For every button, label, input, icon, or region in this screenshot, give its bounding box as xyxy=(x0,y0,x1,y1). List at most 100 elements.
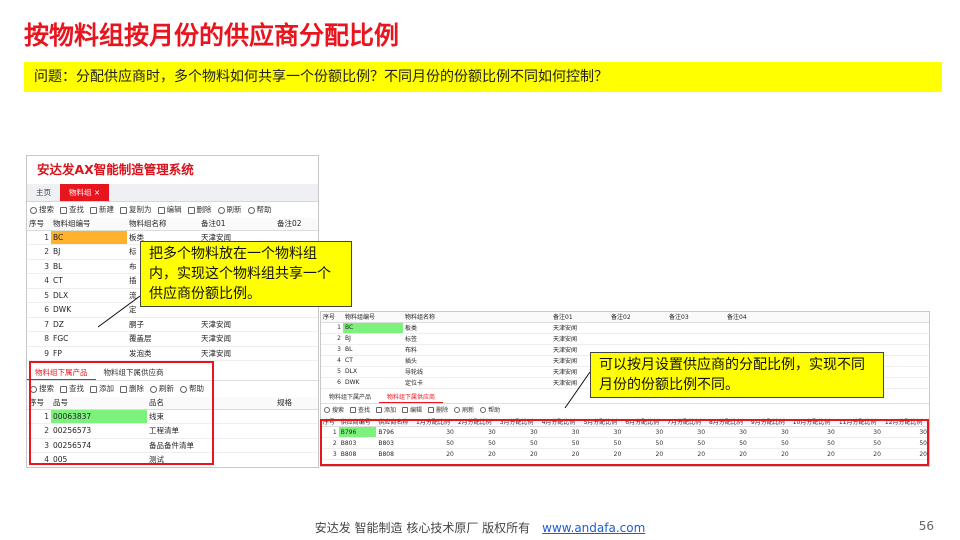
group-name-cell[interactable]: 导轮线 xyxy=(403,366,551,378)
group-code-cell[interactable]: FGC xyxy=(51,331,127,347)
group-code-cell[interactable]: BJ xyxy=(51,244,127,260)
table-row[interactable]: 7 DZ 胴子 天津安闻 xyxy=(27,317,318,332)
callout-monthly-ratio: 可以按月设置供应商的分配比例，实现不同月份的份额比例不同。 xyxy=(590,352,884,398)
group-code-cell[interactable]: CT xyxy=(343,355,403,367)
find-label: 查找 xyxy=(69,205,84,214)
row-number: 6 xyxy=(321,377,343,389)
find-icon xyxy=(350,407,357,413)
tab-bar: 主页 物料组 × xyxy=(27,184,318,202)
note4-cell[interactable] xyxy=(725,322,929,334)
table-row[interactable]: 2 BJ 标签 天津安闻 xyxy=(321,333,929,345)
col-header[interactable]: 备注01 xyxy=(551,312,609,323)
add-icon xyxy=(376,407,383,413)
col-header[interactable]: 备注02 xyxy=(609,312,667,323)
col-header[interactable]: 物料组名称 xyxy=(127,218,199,231)
group-code-cell[interactable]: DZ xyxy=(51,317,127,332)
col-header[interactable]: 序号 xyxy=(27,218,51,231)
group-code-cell[interactable]: FP xyxy=(51,346,127,361)
note2-cell[interactable] xyxy=(609,333,667,345)
help-button-2[interactable]: 帮助 xyxy=(480,404,500,417)
app-title: 安达发AX智能制造管理系统 xyxy=(27,156,318,184)
find-button-2[interactable]: 查找 xyxy=(350,404,370,417)
search-label: 搜索 xyxy=(39,205,54,214)
note2-cell[interactable] xyxy=(275,317,318,332)
group-name-cell[interactable]: 板类 xyxy=(403,322,551,334)
copy-as-button[interactable]: 复制为 xyxy=(120,202,152,218)
group-code-cell[interactable]: BJ xyxy=(343,333,403,345)
note2-cell[interactable] xyxy=(275,346,318,361)
group-name-cell[interactable]: 标签 xyxy=(403,333,551,345)
delete-button[interactable]: 删除 xyxy=(187,202,212,218)
question-bar: 问题：分配供应商时，多个物料如何共享一个份额比例？不同月份的份额比例不同如何控制… xyxy=(24,62,942,92)
row-number: 6 xyxy=(27,302,51,318)
table-row[interactable]: 8 FGC 覆盖层 天津安闻 xyxy=(27,331,318,347)
col-header[interactable]: 物料组名称 xyxy=(403,312,551,323)
product-spec-cell[interactable] xyxy=(275,409,318,424)
slide-title: 按物料组按月份的供应商分配比例 xyxy=(24,21,400,50)
col-header[interactable]: 备注03 xyxy=(667,312,725,323)
group-code-cell[interactable]: DLX xyxy=(51,288,127,303)
group-code-cell[interactable]: DWK xyxy=(51,302,127,318)
new-label: 新建 xyxy=(99,205,114,214)
group-code-cell[interactable]: BC xyxy=(343,322,403,334)
row-number: 5 xyxy=(321,366,343,378)
group-name-cell[interactable]: 覆盖层 xyxy=(127,331,199,347)
tab-home[interactable]: 主页 xyxy=(27,184,60,201)
note1-cell[interactable]: 天津安闻 xyxy=(199,317,275,332)
search-button-2[interactable]: 搜索 xyxy=(324,404,344,417)
row-number: 7 xyxy=(27,317,51,332)
edit-icon xyxy=(157,206,165,214)
row-number: 9 xyxy=(27,346,51,361)
group-name-cell[interactable]: 胴子 xyxy=(127,317,199,332)
col-header[interactable]: 规格 xyxy=(275,397,318,410)
subtab-products-2[interactable]: 物料组下属产品 xyxy=(321,392,379,403)
subtab-suppliers-2[interactable]: 物料组下属供应商 xyxy=(379,392,444,403)
help-button[interactable]: 帮助 xyxy=(247,202,272,218)
footer-link[interactable]: www.andafa.com xyxy=(542,521,645,535)
group-code-cell[interactable]: BL xyxy=(51,259,127,274)
col-header[interactable]: 序号 xyxy=(321,312,343,323)
new-button[interactable]: 新建 xyxy=(90,202,114,218)
group-name-cell[interactable]: 插头 xyxy=(403,355,551,367)
group-code-cell[interactable]: DWK xyxy=(343,377,403,389)
product-spec-cell[interactable] xyxy=(275,438,318,453)
col-header[interactable]: 物料组编号 xyxy=(51,218,127,231)
note1-cell[interactable]: 天津安闻 xyxy=(199,331,275,347)
col-header[interactable]: 备注01 xyxy=(199,218,275,231)
note1-cell[interactable]: 天津安闻 xyxy=(199,346,275,361)
group-code-cell[interactable]: CT xyxy=(51,273,127,289)
note2-cell[interactable] xyxy=(275,331,318,347)
note1-cell[interactable]: 天津安闻 xyxy=(551,322,609,334)
group-name-cell[interactable]: 布料 xyxy=(403,344,551,356)
col-header[interactable]: 备注04 xyxy=(725,312,929,323)
product-spec-cell[interactable] xyxy=(275,423,318,439)
note4-cell[interactable] xyxy=(725,333,929,345)
edit-button-2[interactable]: 编辑 xyxy=(402,404,422,417)
group-code-cell[interactable]: BL xyxy=(343,344,403,356)
group-name-cell[interactable]: 定位卡 xyxy=(403,377,551,389)
group-code-cell[interactable]: DLX xyxy=(343,366,403,378)
close-icon[interactable]: × xyxy=(94,188,100,197)
refresh-button[interactable]: 刷新 xyxy=(217,202,242,218)
product-spec-cell[interactable] xyxy=(275,452,318,467)
delete-button-2[interactable]: 删除 xyxy=(428,404,448,417)
row-number: 8 xyxy=(27,331,51,347)
add-button-2[interactable]: 添加 xyxy=(376,404,396,417)
search-icon xyxy=(324,407,330,413)
table-row[interactable]: 1 BC 板类 天津安闻 xyxy=(321,322,929,334)
note1-cell[interactable]: 天津安闻 xyxy=(551,333,609,345)
find-button[interactable]: 查找 xyxy=(60,202,84,218)
search-button[interactable]: 搜索 xyxy=(30,202,54,218)
table-row[interactable]: 9 FP 发泡类 天津安闻 xyxy=(27,346,318,361)
note2-cell[interactable] xyxy=(609,322,667,334)
note3-cell[interactable] xyxy=(667,333,725,345)
tab-material-group[interactable]: 物料组 × xyxy=(60,184,110,201)
edit-button[interactable]: 编辑 xyxy=(157,202,182,218)
refresh-button-2[interactable]: 刷新 xyxy=(454,404,474,417)
note3-cell[interactable] xyxy=(667,322,725,334)
group-name-cell[interactable]: 发泡类 xyxy=(127,346,199,361)
group-code-cell[interactable]: BC xyxy=(51,230,127,245)
col-header[interactable]: 备注02 xyxy=(275,218,318,231)
row-number: 4 xyxy=(27,273,51,289)
col-header[interactable]: 物料组编号 xyxy=(343,312,403,323)
